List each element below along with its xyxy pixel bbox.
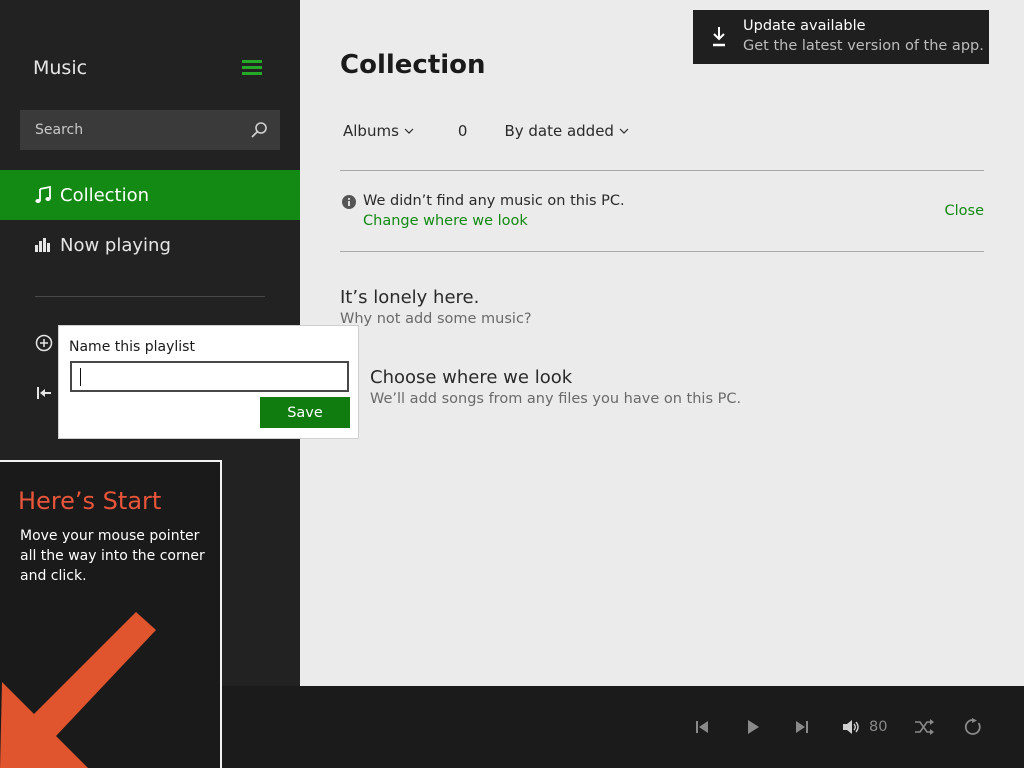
name-playlist-popup: Name this playlist Save xyxy=(58,325,359,439)
hamburger-menu-icon[interactable] xyxy=(242,60,262,76)
speaker-icon xyxy=(843,720,859,734)
album-count: 0 xyxy=(457,122,468,140)
empty-state-heading: It’s lonely here. xyxy=(340,287,480,308)
download-icon xyxy=(713,27,725,47)
bar-chart-icon xyxy=(34,235,52,255)
search-icon[interactable] xyxy=(250,121,268,139)
view-dropdown[interactable]: Albums xyxy=(343,122,414,140)
main-content: Collection Albums 0 By date added We did… xyxy=(300,0,1024,686)
music-app-window: Music Collection xyxy=(0,0,1024,768)
search-input[interactable] xyxy=(20,110,240,150)
sidebar-item-label: Collection xyxy=(60,184,150,206)
next-icon xyxy=(796,721,808,733)
notice-text: We didn’t find any music on this PC. xyxy=(363,193,625,209)
update-subtitle: Get the latest version of the app. xyxy=(743,38,984,54)
save-button[interactable]: Save xyxy=(260,397,350,428)
volume-button[interactable] xyxy=(841,716,863,738)
collapse-sidebar-icon[interactable] xyxy=(34,385,54,401)
divider xyxy=(340,170,984,171)
play-button[interactable] xyxy=(742,716,764,738)
update-title: Update available xyxy=(743,18,866,34)
sort-dropdown-label: By date added xyxy=(504,122,614,140)
play-icon xyxy=(748,720,759,734)
notice-close-link[interactable]: Close xyxy=(945,203,985,219)
divider xyxy=(340,251,984,252)
empty-state-subheading: Why not add some music? xyxy=(340,311,532,327)
volume-level: 80 xyxy=(869,719,888,735)
add-playlist-icon[interactable] xyxy=(34,333,54,353)
next-track-button[interactable] xyxy=(791,716,813,738)
choose-where-we-look-description: We’ll add songs from any files you have … xyxy=(370,391,742,407)
info-icon xyxy=(342,195,356,209)
repeat-button[interactable] xyxy=(962,716,984,738)
update-available-toast[interactable]: Update available Get the latest version … xyxy=(693,10,989,64)
tip-title: Here’s Start xyxy=(18,487,162,515)
start-tip-overlay: Here’s Start Move your mouse pointer all… xyxy=(0,460,222,768)
popup-label: Name this playlist xyxy=(69,339,195,355)
chevron-down-icon xyxy=(404,128,414,134)
choose-where-we-look-button[interactable]: Choose where we look xyxy=(370,367,572,388)
sidebar-item-now-playing[interactable]: Now playing xyxy=(0,220,300,270)
text-caret xyxy=(80,368,81,386)
chevron-down-icon xyxy=(619,128,629,134)
sidebar-item-collection[interactable]: Collection xyxy=(0,170,300,220)
change-where-we-look-link[interactable]: Change where we look xyxy=(363,213,528,229)
sort-dropdown[interactable]: By date added xyxy=(504,122,629,140)
repeat-icon xyxy=(964,718,981,735)
no-music-notice: We didn’t find any music on this PC. Cha… xyxy=(340,192,984,236)
sidebar-item-label: Now playing xyxy=(60,234,171,256)
page-title: Collection xyxy=(340,50,486,80)
previous-track-button[interactable] xyxy=(691,716,713,738)
music-note-icon xyxy=(34,185,52,205)
view-dropdown-label: Albums xyxy=(343,122,399,140)
playlist-name-input[interactable] xyxy=(70,361,349,392)
filter-bar: Albums 0 By date added xyxy=(343,120,629,142)
tip-body: Move your mouse pointer all the way into… xyxy=(20,528,205,584)
shuffle-button[interactable] xyxy=(913,716,935,738)
shuffle-icon xyxy=(915,719,934,735)
sidebar-divider xyxy=(35,296,265,297)
search-box xyxy=(20,110,280,150)
app-title: Music xyxy=(33,57,88,79)
previous-icon xyxy=(696,721,708,733)
corner-arrow-icon xyxy=(0,612,156,768)
